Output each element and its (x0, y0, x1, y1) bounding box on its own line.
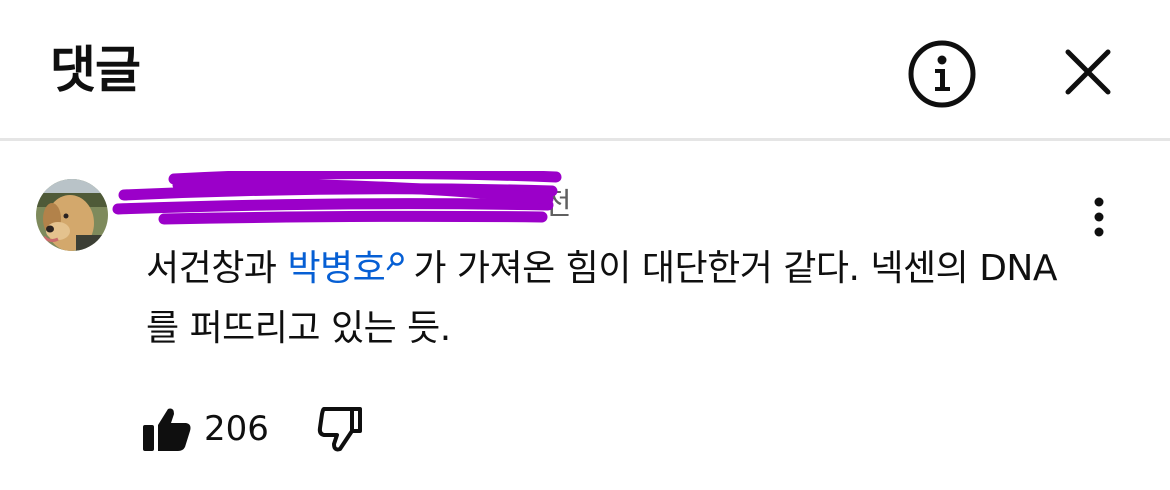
search-icon (387, 252, 405, 271)
comment-item: 전 서건창과 박병호 가 가져온 힘이 대단한거 같다. 넥센의 DNA를 퍼뜨리… (0, 141, 1170, 490)
comments-header: 댓글 (0, 0, 1170, 138)
dislike-button[interactable] (316, 405, 364, 453)
close-button[interactable] (1056, 40, 1120, 104)
info-circle-icon (908, 40, 976, 108)
avatar[interactable] (36, 179, 108, 251)
mention-link[interactable]: 박병호 (287, 248, 413, 289)
redaction-scribble (112, 171, 562, 225)
page-title: 댓글 (50, 41, 141, 99)
comment-text-before: 서건창과 (146, 248, 288, 289)
more-vertical-icon (1094, 197, 1104, 237)
dog-avatar-image (36, 179, 108, 251)
like-button[interactable] (140, 405, 194, 453)
comment-text: 서건창과 박병호 가 가져온 힘이 대단한거 같다. 넥센의 DNA를 퍼뜨리고 … (146, 239, 1086, 359)
comment-actions: 206 (140, 403, 440, 453)
mention-name[interactable]: 박병호 (287, 248, 385, 289)
more-options-button[interactable] (1084, 195, 1114, 239)
thumbs-down-icon (317, 407, 362, 452)
thumbs-up-icon (143, 408, 191, 451)
info-button[interactable] (906, 38, 978, 110)
close-icon (1065, 49, 1111, 95)
like-count: 206 (204, 409, 269, 449)
